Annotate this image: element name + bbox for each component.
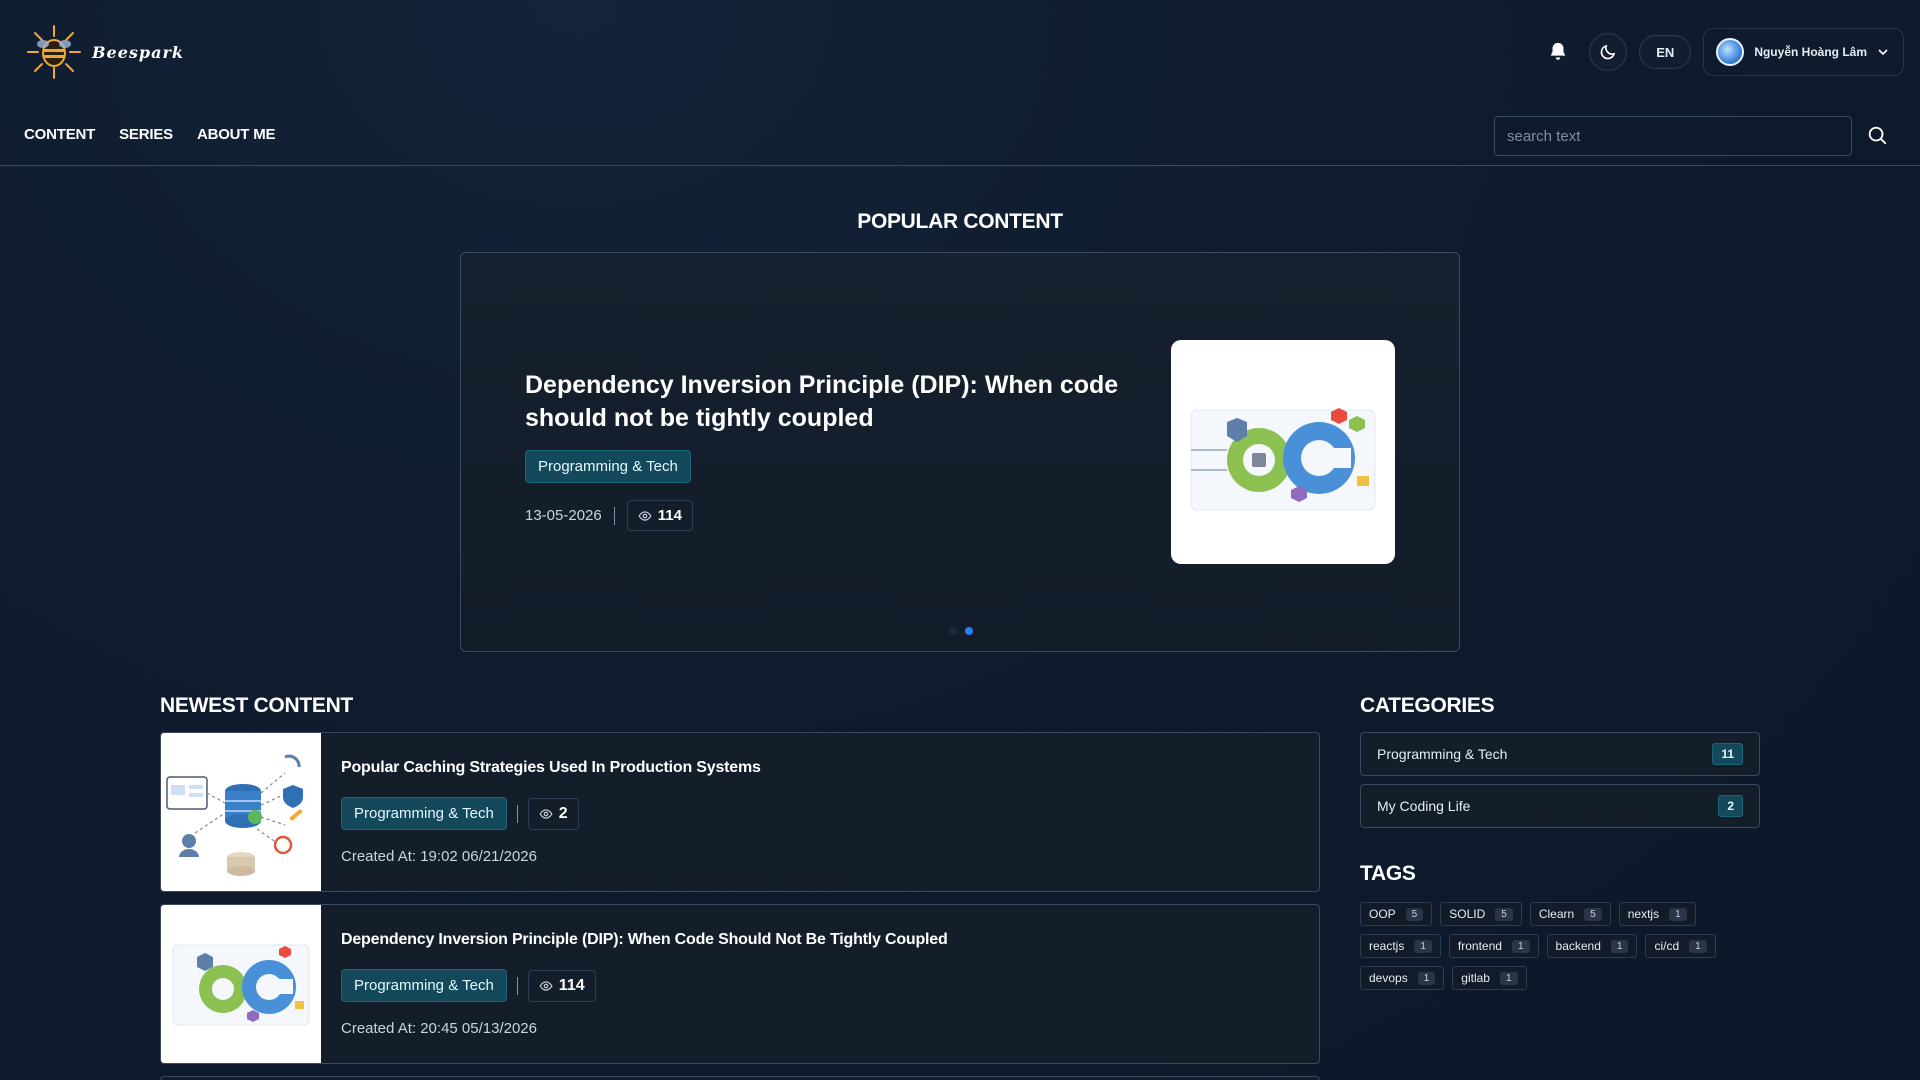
post-card[interactable]: Popular Caching Strategies Used In Produ… xyxy=(160,732,1320,892)
tag-item[interactable]: backend 1 xyxy=(1546,934,1638,958)
category-count-badge: 2 xyxy=(1718,795,1743,817)
category-item[interactable]: Programming & Tech 11 xyxy=(1360,732,1760,776)
view-count: 2 xyxy=(527,797,579,830)
post-meta: Programming & Tech 114 xyxy=(341,969,596,1002)
tag-name: frontend xyxy=(1457,939,1502,953)
categories-section-title: CATEGORIES xyxy=(1360,694,1495,717)
tag-item[interactable]: devops 1 xyxy=(1360,966,1445,990)
post-created-at: Created At: 19:02 06/21/2026 xyxy=(341,848,537,865)
theme-toggle-button[interactable] xyxy=(1589,33,1628,71)
eye-icon xyxy=(638,510,652,521)
main-nav: CONTENT SERIES ABOUT ME xyxy=(24,126,276,143)
meta-divider xyxy=(516,976,518,995)
newest-section-title: NEWEST CONTENT xyxy=(160,694,353,717)
post-thumbnail[interactable] xyxy=(161,905,321,1063)
avatar xyxy=(1716,38,1745,66)
category-name: Programming & Tech xyxy=(1377,746,1508,762)
view-count: 114 xyxy=(626,500,693,531)
nav-item-series[interactable]: SERIES xyxy=(119,126,173,143)
tag-count-badge: 1 xyxy=(1414,939,1432,953)
tag-name: reactjs xyxy=(1369,939,1405,953)
tag-count-badge: 1 xyxy=(1417,971,1436,985)
post-category-chip[interactable]: Programming & Tech xyxy=(341,797,507,830)
tag-item[interactable]: Clearn 5 xyxy=(1529,902,1611,926)
notification-button[interactable] xyxy=(1539,33,1577,71)
tag-name: ci/cd xyxy=(1654,939,1680,953)
category-count-badge: 11 xyxy=(1712,743,1743,765)
tag-item[interactable]: ci/cd 1 xyxy=(1645,934,1716,958)
tag-item[interactable]: gitlab 1 xyxy=(1452,966,1527,990)
meta-divider xyxy=(516,804,518,823)
view-count-value: 114 xyxy=(558,976,585,994)
view-count-value: 2 xyxy=(558,804,568,822)
view-count-value: 114 xyxy=(657,507,682,524)
brand-name: Beespark xyxy=(92,42,184,62)
tag-item[interactable]: frontend 1 xyxy=(1448,934,1539,958)
search-icon xyxy=(1868,126,1887,145)
category-name: My Coding Life xyxy=(1377,798,1471,814)
bell-icon xyxy=(1550,42,1566,60)
tag-item[interactable]: SOLID 5 xyxy=(1440,902,1522,926)
user-name: Nguyễn Hoàng Lâm xyxy=(1754,45,1867,59)
nav-item-about-me[interactable]: ABOUT ME xyxy=(197,126,276,143)
view-count: 114 xyxy=(527,969,596,1002)
post-card[interactable] xyxy=(160,1076,1320,1080)
nav-item-content[interactable]: CONTENT xyxy=(24,126,95,143)
top-header: Beespark CONTENT SERIES ABOUT ME EN Nguy… xyxy=(0,0,1920,166)
tags-section-title: TAGS xyxy=(1360,862,1416,885)
bee-logo-icon xyxy=(24,22,84,82)
tag-item[interactable]: OOP 5 xyxy=(1360,902,1433,926)
tag-item[interactable]: reactjs 1 xyxy=(1360,934,1441,958)
post-title[interactable]: Dependency Inversion Principle (DIP): Wh… xyxy=(341,931,948,949)
moon-icon xyxy=(1600,44,1616,60)
tag-name: OOP xyxy=(1369,907,1396,921)
tag-count-badge: 1 xyxy=(1610,939,1629,953)
hero-post-date: 13-05-2026 xyxy=(525,507,602,524)
hero-post-thumbnail[interactable] xyxy=(1171,340,1395,564)
tag-count-badge: 1 xyxy=(1689,939,1707,953)
tag-name: nextjs xyxy=(1627,907,1660,921)
hero-post-title[interactable]: Dependency Inversion Principle (DIP): Wh… xyxy=(525,369,1125,435)
tag-name: devops xyxy=(1369,971,1408,985)
category-item[interactable]: My Coding Life 2 xyxy=(1360,784,1760,828)
post-meta: Programming & Tech 2 xyxy=(341,797,579,830)
carousel-dot-2[interactable] xyxy=(965,627,973,635)
post-created-at: Created At: 20:45 05/13/2026 xyxy=(341,1020,537,1037)
search-input[interactable] xyxy=(1494,116,1852,156)
header-actions: EN Nguyễn Hoàng Lâm xyxy=(1539,28,1904,76)
meta-divider xyxy=(613,506,615,525)
brand-logo[interactable]: Beespark xyxy=(24,22,184,82)
post-card[interactable]: Dependency Inversion Principle (DIP): Wh… xyxy=(160,904,1320,1064)
popular-carousel[interactable]: Dependency Inversion Principle (DIP): Wh… xyxy=(460,252,1460,652)
eye-icon xyxy=(539,980,553,991)
eye-icon xyxy=(539,808,553,819)
post-category-chip[interactable]: Programming & Tech xyxy=(341,969,507,1002)
tag-count-badge: 1 xyxy=(1499,971,1518,985)
tag-count-badge: 1 xyxy=(1511,939,1530,953)
chevron-down-icon xyxy=(1878,49,1888,56)
tag-item[interactable]: nextjs 1 xyxy=(1618,902,1696,926)
tag-list: OOP 5 SOLID 5 Clearn 5 nextjs 1 reactjs 1 fro… xyxy=(1360,902,1760,990)
tag-count-badge: 5 xyxy=(1584,907,1602,921)
search-button[interactable] xyxy=(1866,124,1888,151)
tag-count-badge: 5 xyxy=(1495,907,1513,921)
popular-section-title: POPULAR CONTENT xyxy=(857,210,1063,233)
tag-name: gitlab xyxy=(1461,971,1490,985)
user-menu-button[interactable]: Nguyễn Hoàng Lâm xyxy=(1703,28,1904,76)
carousel-indicators xyxy=(461,627,1461,635)
hero-post-meta: 13-05-2026 114 xyxy=(525,500,693,531)
tag-count-badge: 5 xyxy=(1405,907,1424,921)
tag-name: backend xyxy=(1555,939,1601,953)
tag-count-badge: 1 xyxy=(1669,907,1687,921)
hero-category-chip[interactable]: Programming & Tech xyxy=(525,450,691,483)
post-title[interactable]: Popular Caching Strategies Used In Produ… xyxy=(341,759,761,777)
post-thumbnail[interactable] xyxy=(161,733,321,891)
tag-name: SOLID xyxy=(1449,907,1486,921)
language-button[interactable]: EN xyxy=(1639,35,1692,69)
tag-name: Clearn xyxy=(1538,907,1575,921)
carousel-dot-1[interactable] xyxy=(949,627,957,635)
